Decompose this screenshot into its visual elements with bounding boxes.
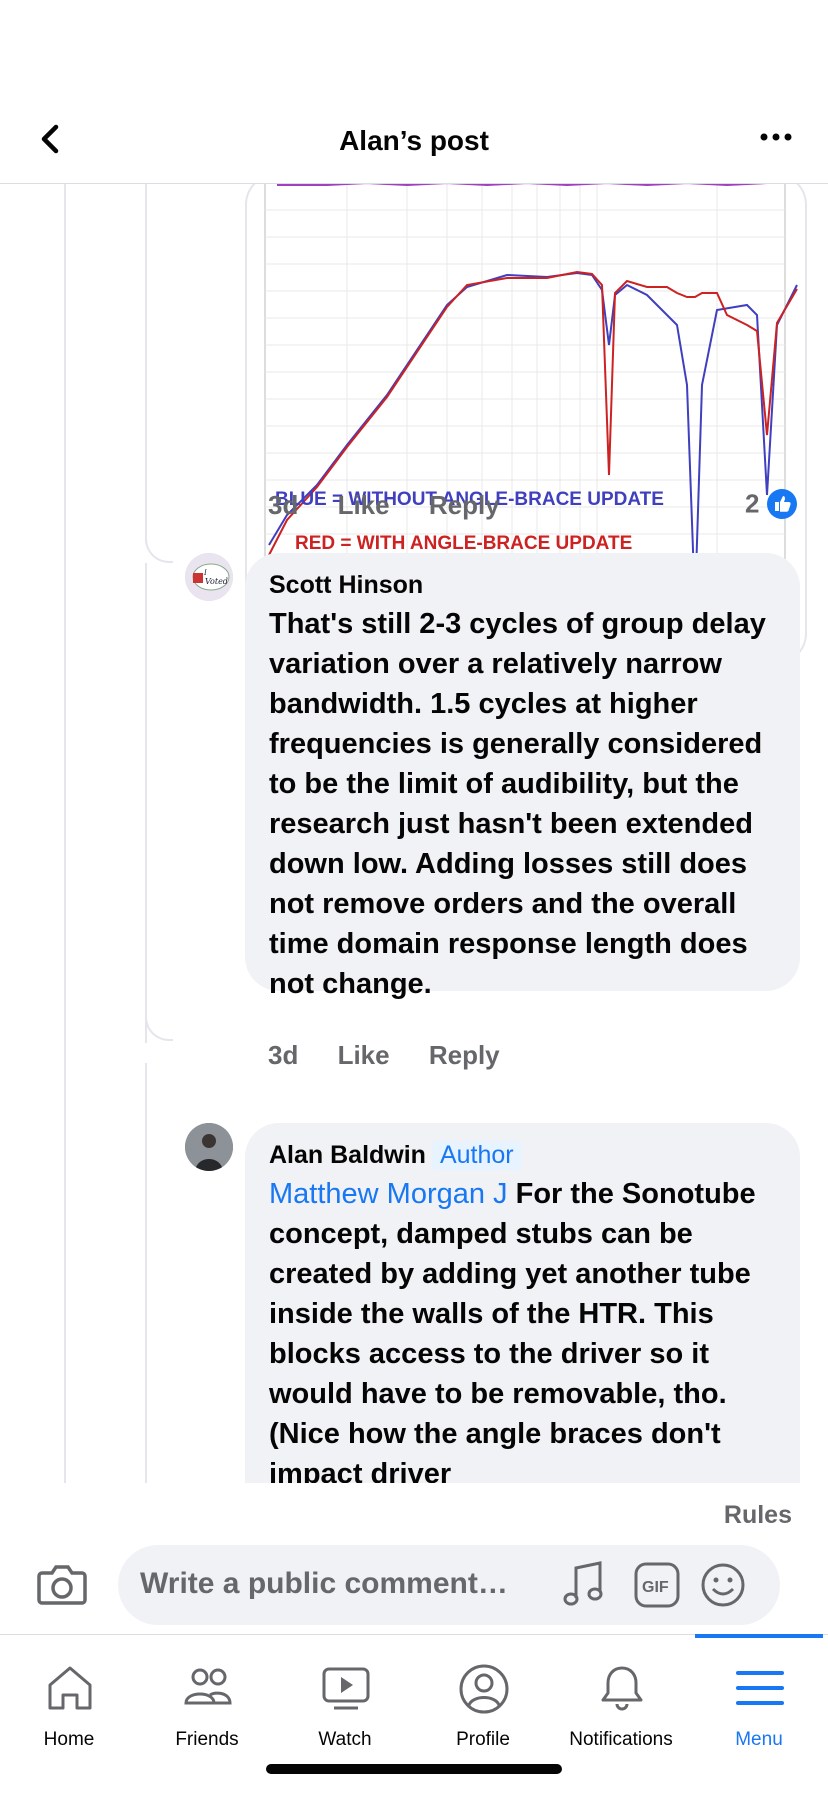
nav-label: Watch [318, 1729, 372, 1750]
reply-connector [145, 1003, 173, 1041]
profile-icon [459, 1664, 509, 1714]
nav-notifications[interactable]: Notifications [552, 1645, 690, 1765]
thread-line-inner [145, 183, 147, 543]
image-comment-actions: 3d Like Reply [268, 490, 532, 521]
thread-line-outer [64, 183, 66, 1483]
reply-button[interactable]: Reply [429, 490, 500, 520]
comment-time: 3d [268, 1040, 299, 1070]
comment-text-block: Matthew Morgan J For the Sonotube concep… [269, 1174, 776, 1483]
reply-connector [145, 533, 173, 563]
gif-icon[interactable]: GIF [634, 1562, 680, 1608]
nav-profile[interactable]: Profile [414, 1645, 552, 1765]
like-button[interactable]: Like [338, 1040, 390, 1070]
nav-label: Notifications [569, 1729, 673, 1750]
thread-line-inner [145, 563, 147, 1043]
thread-line-inner [145, 1063, 147, 1483]
comment-input[interactable]: Write a public comment… GIF [118, 1545, 780, 1625]
svg-text:Voted: Voted [205, 577, 228, 586]
comment-author-row: Alan Baldwin Author [269, 1141, 776, 1170]
nav-friends[interactable]: Friends [138, 1645, 276, 1765]
comment-thread: BLUE = WITHOUT ANGLE-BRACE UPDATE RED = … [0, 183, 828, 1483]
menu-icon [736, 1671, 784, 1705]
nav-label: Friends [175, 1729, 239, 1750]
comment-bubble[interactable]: Alan Baldwin Author Matthew Morgan J For … [245, 1123, 800, 1483]
home-icon [48, 1666, 92, 1710]
reaction-count[interactable]: 2 [745, 488, 798, 522]
comment-author[interactable]: Scott Hinson [269, 571, 776, 600]
post-header: Alan’s post [0, 95, 828, 184]
bell-icon [601, 1666, 643, 1711]
svg-text:GIF: GIF [642, 1579, 669, 1596]
comment-actions: 3d Like Reply [268, 1040, 532, 1071]
nav-label: Menu [735, 1729, 783, 1750]
more-options-icon[interactable] [756, 117, 796, 157]
comment-composer: Rules Write a public comment… GIF [0, 1483, 828, 1633]
profile-photo [185, 1123, 233, 1171]
nav-watch[interactable]: Watch [276, 1645, 414, 1765]
comment-bubble[interactable]: Scott Hinson That's still 2-3 cycles of … [245, 553, 800, 1000]
camera-icon[interactable] [36, 1561, 88, 1609]
comment-time: 3d [268, 490, 299, 520]
like-button[interactable]: Like [338, 490, 390, 520]
voted-sticker-avatar: I Voted [185, 553, 233, 601]
rules-link[interactable]: Rules [724, 1501, 792, 1530]
nav-menu[interactable]: Menu [690, 1645, 828, 1765]
author-badge: Author [431, 1141, 522, 1170]
music-note-icon[interactable] [562, 1560, 606, 1610]
nav-label: Profile [456, 1729, 510, 1750]
comment-text: For the Sonotube concept, damped stubs c… [269, 1178, 756, 1483]
nav-label: Home [43, 1729, 95, 1750]
mention-link[interactable]: Matthew Morgan J [269, 1178, 508, 1210]
avatar[interactable] [185, 1123, 233, 1171]
comment-placeholder: Write a public comment… [140, 1567, 508, 1600]
avatar[interactable]: I Voted [185, 553, 233, 601]
red-series-label: RED = WITH ANGLE-BRACE UPDATE [295, 533, 632, 554]
nav-home[interactable]: Home [0, 1645, 138, 1765]
friends-icon [184, 1668, 232, 1705]
active-tab-indicator [695, 1634, 823, 1638]
watch-icon [322, 1667, 370, 1710]
like-reaction-icon [766, 489, 797, 519]
comment-author[interactable]: Alan Baldwin [269, 1141, 426, 1169]
page-title: Alan’s post [339, 125, 489, 156]
svg-text:I: I [203, 569, 207, 577]
comment-text: That's still 2-3 cycles of group delay v… [269, 608, 766, 1000]
home-indicator [266, 1764, 562, 1774]
emoji-icon[interactable] [700, 1562, 746, 1608]
reply-button[interactable]: Reply [429, 1040, 500, 1070]
